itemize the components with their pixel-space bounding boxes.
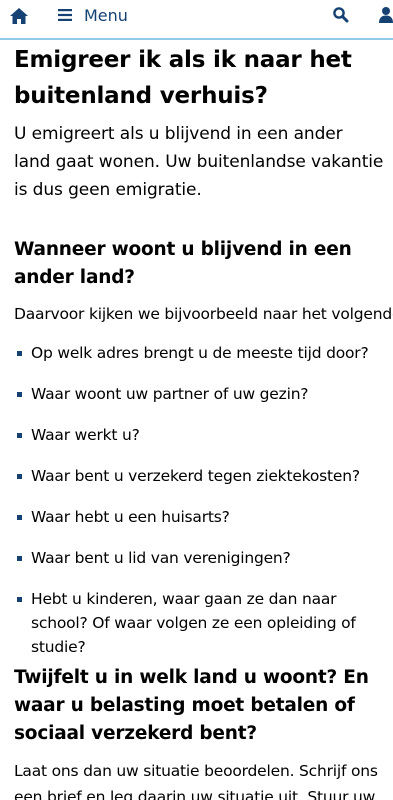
- list-item: Waar woont uw partner of uw gezin?: [14, 382, 384, 406]
- list-item-text: Waar bent u verzekerd tegen ziektekosten…: [31, 467, 360, 485]
- list-item: Waar bent u verzekerd tegen ziektekosten…: [14, 464, 384, 488]
- list-item-text: Waar woont uw partner of uw gezin?: [31, 385, 309, 403]
- list-item-text: Hebt u kinderen, waar gaan ze dan naar s…: [31, 590, 356, 656]
- section-body-text: Laat ons dan uw situatie beoordelen. Sch…: [14, 762, 378, 800]
- section-heading-residence: Wanneer woont u blijvend in een ander la…: [14, 239, 352, 288]
- hamburger-icon: [58, 9, 72, 21]
- list-item: Waar hebt u een huisarts?: [14, 505, 384, 529]
- criteria-list: Op welk adres brengt u de meeste tijd do…: [14, 341, 384, 676]
- list-item: Hebt u kinderen, waar gaan ze dan naar s…: [14, 587, 384, 659]
- bullet-icon: [17, 474, 22, 479]
- top-navigation-bar: Menu: [0, 0, 393, 40]
- menu-label: Menu: [84, 5, 128, 25]
- search-icon[interactable]: [332, 6, 350, 24]
- list-item-text: Waar hebt u een huisarts?: [31, 508, 230, 526]
- home-icon[interactable]: [9, 6, 29, 26]
- bullet-icon: [17, 556, 22, 561]
- bullet-icon: [17, 433, 22, 438]
- bullet-icon: [17, 597, 22, 602]
- menu-button[interactable]: Menu: [58, 3, 128, 27]
- list-item-text: Waar werkt u?: [31, 426, 140, 444]
- section-lead-text: Daarvoor kijken we bijvoorbeeld naar het…: [14, 305, 393, 323]
- user-icon[interactable]: [378, 6, 393, 24]
- section-heading-doubt: Twijfelt u in welk land u woont? En waar…: [14, 667, 369, 744]
- list-item: Op welk adres brengt u de meeste tijd do…: [14, 341, 384, 365]
- page-title: Emigreer ik als ik naar het buitenland v…: [14, 47, 352, 109]
- bullet-icon: [17, 351, 22, 356]
- bullet-icon: [17, 392, 22, 397]
- list-item: Waar bent u lid van verenigingen?: [14, 546, 384, 570]
- bullet-icon: [17, 515, 22, 520]
- list-item-text: Waar bent u lid van verenigingen?: [31, 549, 291, 567]
- intro-paragraph: U emigreert als u blijvend in een ander …: [14, 124, 384, 200]
- list-item-text: Op welk adres brengt u de meeste tijd do…: [31, 344, 369, 362]
- list-item: Waar werkt u?: [14, 423, 384, 447]
